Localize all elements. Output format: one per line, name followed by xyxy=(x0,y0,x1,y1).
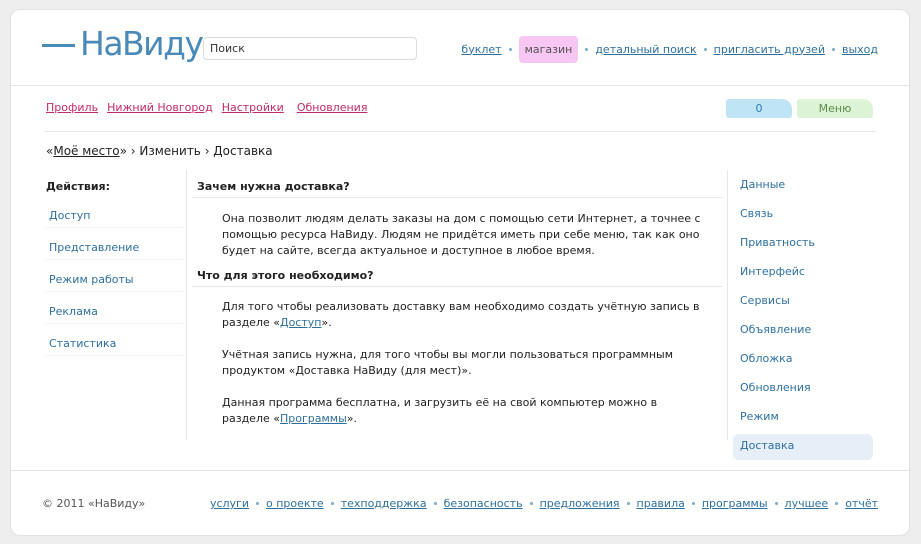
footer-separator xyxy=(433,502,437,505)
footer-link-suggestions[interactable]: предложения xyxy=(540,497,620,510)
nav-separator xyxy=(831,47,835,51)
nav-logout[interactable]: выход xyxy=(842,43,878,56)
subnav-city[interactable]: Нижний Новгород xyxy=(107,101,213,114)
paragraph-why: Она позволит людям делать заказы на дом … xyxy=(222,212,701,257)
column-divider-right xyxy=(727,170,728,440)
footer-link-programs[interactable]: программы xyxy=(702,497,768,510)
footer-link-services[interactable]: услуги xyxy=(210,497,249,510)
nav-invite-friends[interactable]: пригласить друзей xyxy=(714,43,825,56)
footer-divider xyxy=(10,470,911,471)
sub-nav: Профиль Нижний Новгород Настройки Обновл… xyxy=(46,101,367,114)
settings-item-cover[interactable]: Обложка xyxy=(733,347,873,373)
settings-item-updates[interactable]: Обновления xyxy=(733,376,873,402)
logo[interactable]: НаВиду xyxy=(42,24,204,63)
content-area: Зачем нужна доставка? Она позволит людям… xyxy=(192,180,722,427)
action-work-mode[interactable]: Режим работы xyxy=(46,268,183,292)
breadcrumb-place-link[interactable]: Моё место xyxy=(53,144,119,158)
actions-title: Действия: xyxy=(46,180,110,193)
settings-item-announcement[interactable]: Объявление xyxy=(733,318,873,344)
top-nav: буклет магазин детальный поиск пригласит… xyxy=(461,35,878,63)
logo-text: НаВиду xyxy=(80,24,204,63)
settings-menu: Данные Связь Приватность Интерфейс Серви… xyxy=(733,173,873,463)
column-divider-left xyxy=(186,170,187,440)
breadcrumb-close-quote: » xyxy=(119,144,127,158)
paragraph-download-end: ». xyxy=(346,412,357,425)
footer-separator xyxy=(330,502,334,505)
subnav-updates[interactable]: Обновления xyxy=(297,101,368,114)
search-input[interactable] xyxy=(203,37,417,60)
header-divider xyxy=(10,85,911,86)
counter-badge[interactable]: 0 xyxy=(726,99,792,118)
nav-detailed-search[interactable]: детальный поиск xyxy=(595,43,696,56)
action-advertising[interactable]: Реклама xyxy=(46,300,183,324)
paragraph-account: Для того чтобы реализовать доставку вам … xyxy=(192,299,722,331)
nav-booklet[interactable]: буклет xyxy=(461,43,501,56)
nav-shop[interactable]: магазин xyxy=(518,35,579,63)
footer-separator xyxy=(835,502,839,505)
footer-separator xyxy=(626,502,630,505)
paragraph-program: Учётная запись нужна, для того чтобы вы … xyxy=(222,348,674,377)
section-heading-why: Зачем нужна доставка? xyxy=(192,180,722,198)
footer-link-security[interactable]: безопасность xyxy=(444,497,523,510)
logo-dash xyxy=(42,43,75,47)
breadcrumb: «Моё место» › Изменить › Доставка xyxy=(46,144,273,158)
subnav-profile[interactable]: Профиль xyxy=(46,101,98,114)
programs-link[interactable]: Программы xyxy=(280,412,347,425)
nav-separator xyxy=(508,47,512,51)
settings-item-mode[interactable]: Режим xyxy=(733,405,873,431)
footer-separator xyxy=(255,502,259,505)
section-heading-what: Что для этого необходимо? xyxy=(192,269,722,287)
footer-separator xyxy=(691,502,695,505)
settings-item-services[interactable]: Сервисы xyxy=(733,289,873,315)
menu-button[interactable]: Меню xyxy=(797,99,873,118)
subnav-settings[interactable]: Настройки xyxy=(222,101,284,114)
breadcrumb-rest: › Изменить › Доставка xyxy=(126,144,273,158)
footer-separator xyxy=(774,502,778,505)
footer-link-report[interactable]: отчёт xyxy=(845,497,878,510)
actions-panel: Действия: Доступ Представление Режим раб… xyxy=(46,180,183,364)
footer-nav: услуги о проекте техподдержка безопаснос… xyxy=(210,497,878,510)
settings-item-delivery[interactable]: Доставка xyxy=(733,434,873,460)
action-access[interactable]: Доступ xyxy=(46,204,183,228)
nav-separator xyxy=(585,47,589,51)
action-statistics[interactable]: Статистика xyxy=(46,332,183,356)
settings-item-interface[interactable]: Интерфейс xyxy=(733,260,873,286)
access-link[interactable]: Доступ xyxy=(280,316,321,329)
copyright: © 2011 «НаВиду» xyxy=(42,497,146,510)
settings-item-contact[interactable]: Связь xyxy=(733,202,873,228)
footer-separator xyxy=(529,502,533,505)
paragraph-account-end: ». xyxy=(321,316,332,329)
footer-link-rules[interactable]: правила xyxy=(637,497,685,510)
nav-separator xyxy=(703,47,707,51)
footer-link-best[interactable]: лучшее xyxy=(785,497,829,510)
settings-item-data[interactable]: Данные xyxy=(733,173,873,199)
footer-link-support[interactable]: техподдержка xyxy=(341,497,427,510)
footer-link-about[interactable]: о проекте xyxy=(266,497,324,510)
settings-item-privacy[interactable]: Приватность xyxy=(733,231,873,257)
action-presentation[interactable]: Представление xyxy=(46,236,183,260)
subnav-divider xyxy=(45,131,876,132)
paragraph-download: Данная программа бесплатна, и загрузить … xyxy=(192,395,722,427)
